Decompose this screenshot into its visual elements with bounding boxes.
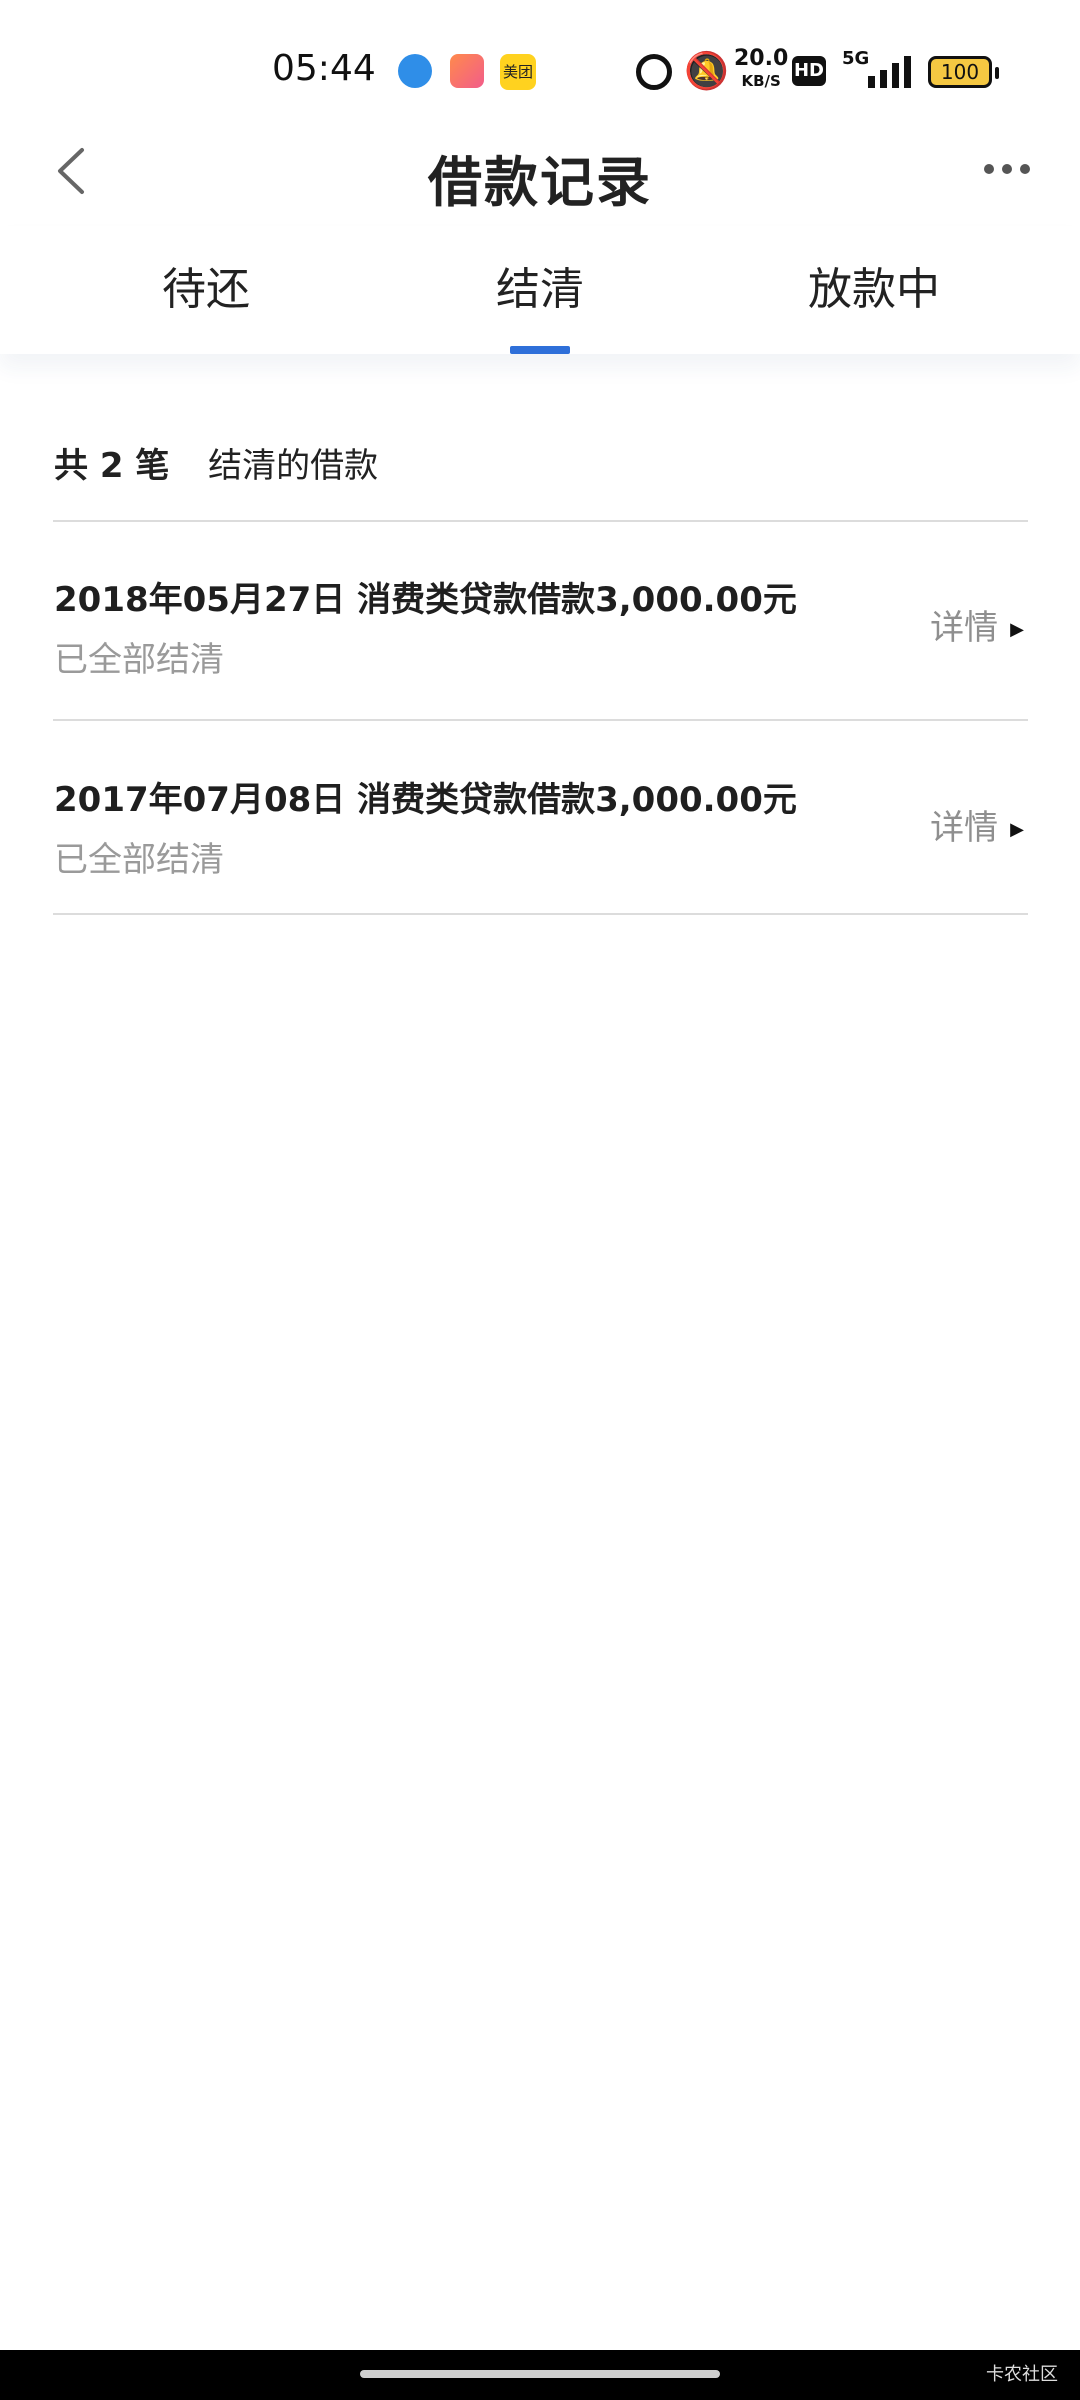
loan-list-item[interactable]: 2018年05月27日 消费类贷款借款3,000.00元 已全部结清 详情 ▶ bbox=[0, 572, 1080, 772]
tab-settled[interactable]: 结清 bbox=[420, 226, 660, 354]
hd-icon: HD bbox=[792, 56, 826, 86]
active-tab-indicator bbox=[510, 346, 570, 354]
tab-bar: 待还 结清 放款中 bbox=[0, 226, 1080, 354]
app-notification-icon bbox=[398, 54, 432, 88]
divider bbox=[53, 913, 1028, 915]
summary-count: 共 2 笔 bbox=[54, 446, 170, 486]
home-indicator[interactable] bbox=[360, 2370, 720, 2378]
divider bbox=[53, 719, 1028, 721]
status-icons: 🔕 20.0 KB/S HD 5G 100 bbox=[636, 48, 999, 98]
nav-bar: 借款记录 bbox=[0, 120, 1080, 227]
network-speed-unit: KB/S bbox=[741, 72, 781, 90]
network-type-label: 5G bbox=[842, 48, 870, 69]
tab-disbursing[interactable]: 放款中 bbox=[754, 226, 994, 354]
system-navigation-bar: 卡农社区 bbox=[0, 2350, 1080, 2400]
loan-status: 已全部结清 bbox=[54, 640, 224, 680]
detail-label: 详情 bbox=[930, 608, 999, 648]
detail-link[interactable]: 详情 ▶ bbox=[930, 600, 1024, 649]
loan-status: 已全部结清 bbox=[54, 840, 224, 880]
watermark: 卡农社区 bbox=[986, 2364, 1058, 2385]
network-speed-value: 20.0 bbox=[734, 46, 789, 71]
caret-right-icon: ▶ bbox=[1010, 619, 1024, 640]
loan-list-item[interactable]: 2017年07月08日 消费类贷款借款3,000.00元 已全部结清 详情 ▶ bbox=[0, 772, 1080, 972]
meituan-notification-icon: 美团 bbox=[500, 54, 536, 90]
detail-link[interactable]: 详情 ▶ bbox=[930, 800, 1024, 849]
summary: 共 2 笔 结清的借款 bbox=[54, 438, 378, 487]
network-speed: 20.0 KB/S bbox=[734, 48, 788, 92]
page-title: 借款记录 bbox=[428, 151, 652, 214]
summary-label: 结清的借款 bbox=[208, 446, 379, 486]
battery-icon: 100 bbox=[928, 56, 999, 88]
app-notification-icon bbox=[450, 54, 484, 88]
status-time: 05:44 bbox=[272, 48, 376, 89]
loan-title: 2017年07月08日 消费类贷款借款3,000.00元 bbox=[54, 780, 797, 820]
detail-label: 详情 bbox=[930, 808, 999, 848]
signal-bars-icon bbox=[868, 56, 914, 88]
tab-pending[interactable]: 待还 bbox=[86, 226, 326, 354]
bell-muted-icon: 🔕 bbox=[684, 51, 729, 92]
alarm-icon bbox=[636, 54, 672, 90]
caret-right-icon: ▶ bbox=[1010, 819, 1024, 840]
divider bbox=[53, 520, 1028, 522]
more-dots-icon[interactable] bbox=[984, 164, 1030, 176]
loan-title: 2018年05月27日 消费类贷款借款3,000.00元 bbox=[54, 580, 797, 620]
